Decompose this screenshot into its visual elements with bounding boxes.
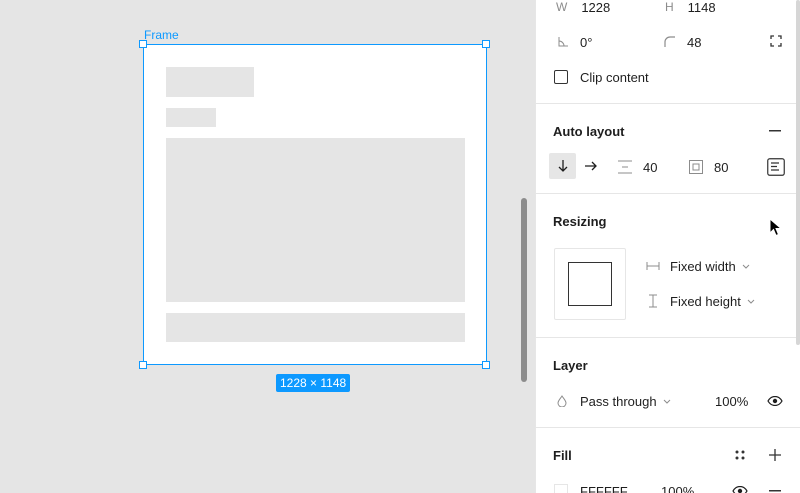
direction-vertical-button[interactable]: [549, 153, 576, 179]
blend-mode-value: Pass through: [580, 393, 657, 409]
panel-scrollbar[interactable]: [796, 0, 800, 345]
vertical-resize-icon: [646, 294, 660, 308]
width-label: W: [556, 0, 568, 14]
properties-panel: W 1228 H 1148 0° 48 Clip content Auto la…: [535, 0, 800, 493]
resizing-preview-box: [554, 248, 626, 320]
arrow-down-icon: [558, 160, 567, 172]
rotation-icon: [556, 36, 570, 48]
add-fill-icon[interactable]: [768, 448, 782, 462]
eye-icon[interactable]: [767, 394, 783, 408]
mouse-cursor-icon: [769, 217, 783, 238]
fill-title: Fill: [553, 448, 572, 463]
width-resizing-dropdown[interactable]: Fixed width: [646, 257, 750, 275]
resize-handle-top-right[interactable]: [482, 40, 490, 48]
remove-auto-layout-icon[interactable]: [768, 130, 782, 132]
height-resizing-dropdown[interactable]: Fixed height: [646, 292, 755, 310]
chevron-down-icon: [742, 264, 750, 269]
arrow-right-icon: [585, 161, 597, 171]
auto-layout-section: Auto layout 40 80: [536, 104, 800, 194]
clip-content-checkbox[interactable]: [554, 70, 568, 84]
resizing-section: Resizing Fixed width Fixed height: [536, 194, 800, 338]
placeholder-title: [166, 67, 254, 97]
chevron-down-icon: [747, 299, 755, 304]
size-badge: 1228 × 1148: [276, 374, 351, 392]
direction-horizontal-button[interactable]: [580, 153, 602, 179]
resize-handle-top-left[interactable]: [139, 40, 147, 48]
height-resizing-value: Fixed height: [670, 293, 741, 309]
resize-handle-bottom-left[interactable]: [139, 361, 147, 369]
fill-hex-input[interactable]: FFFFFF: [580, 484, 628, 493]
resize-handle-bottom-right[interactable]: [482, 361, 490, 369]
resizing-title: Resizing: [553, 214, 607, 229]
fill-eye-icon[interactable]: [732, 484, 748, 493]
styles-grid-icon[interactable]: [733, 448, 747, 462]
padding-input[interactable]: 80: [714, 160, 728, 175]
corner-radius-icon: [663, 36, 677, 48]
layer-title: Layer: [553, 358, 588, 373]
fill-opacity-input[interactable]: 100%: [661, 482, 694, 493]
remove-fill-icon[interactable]: [769, 490, 781, 492]
placeholder-content: [166, 138, 465, 302]
independent-corners-icon[interactable]: [769, 34, 783, 48]
rotation-input[interactable]: 0°: [580, 35, 592, 50]
clip-content-label: Clip content: [580, 69, 649, 85]
layer-opacity-input[interactable]: 100%: [715, 392, 748, 410]
spacing-between-input[interactable]: 40: [643, 160, 657, 175]
fill-color-swatch[interactable]: [554, 484, 568, 493]
padding-icon: [688, 160, 704, 174]
fill-row: FFFFFF: [554, 482, 628, 493]
alignment-settings-icon[interactable]: [766, 157, 786, 177]
frame-label[interactable]: Frame: [144, 28, 179, 42]
height-label: H: [665, 0, 674, 14]
fill-section: Fill FFFFFF 100%: [536, 428, 800, 493]
resizing-preview-frame: [568, 262, 612, 306]
blend-mode-dropdown[interactable]: Pass through: [556, 392, 671, 410]
width-input[interactable]: 1228: [581, 0, 610, 15]
layer-section: Layer Pass through 100%: [536, 338, 800, 428]
selected-frame[interactable]: [143, 44, 487, 365]
height-input[interactable]: 1148: [688, 0, 716, 15]
auto-layout-title: Auto layout: [553, 124, 625, 139]
width-resizing-value: Fixed width: [670, 258, 736, 274]
placeholder-subtitle: [166, 108, 216, 127]
blend-mode-icon: [556, 395, 568, 407]
clip-content-row[interactable]: Clip content: [554, 68, 649, 86]
spacing-between-icon: [617, 160, 633, 174]
horizontal-resize-icon: [646, 261, 660, 271]
placeholder-footer: [166, 313, 465, 342]
corner-radius-input[interactable]: 48: [687, 35, 701, 50]
canvas[interactable]: Frame 1228 × 1148: [0, 0, 535, 493]
chevron-down-icon: [663, 399, 671, 404]
canvas-scrollbar[interactable]: [521, 198, 527, 382]
dimensions-section: W 1228 H 1148 0° 48 Clip content: [536, 0, 800, 104]
